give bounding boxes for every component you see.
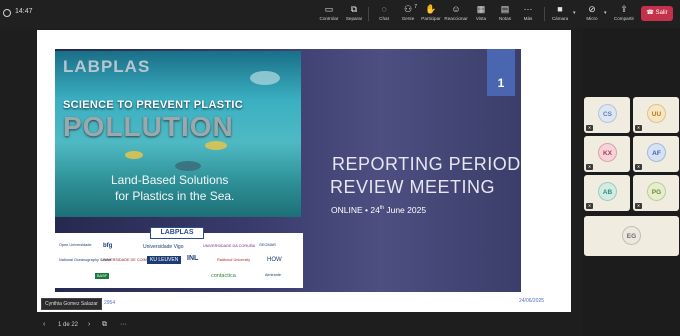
camera-icon: ■	[557, 4, 563, 14]
toolbar-divider	[368, 7, 369, 21]
participant-tile[interactable]: KX ✕	[584, 136, 630, 172]
toolbar-micro-button[interactable]: ⊘ Micro	[579, 3, 605, 27]
participant-tile[interactable]: PG ✕	[633, 175, 679, 211]
partner-logo: INL	[187, 255, 199, 262]
slide-title-line1: REPORTING PERIOD 3	[332, 154, 521, 174]
toolbar-participar-button[interactable]: ✋ Participar	[418, 3, 444, 27]
slide-thumbnails-icon[interactable]: ⧉	[102, 321, 107, 329]
poster-logo: LABPLAS	[63, 57, 151, 76]
leave-button[interactable]: ☎ Salir	[641, 6, 673, 21]
labplas-poster-image: LABPLAS SCIENCE TO PREVENT PLASTIC POLLU…	[55, 51, 301, 217]
poster-tagline-line2: for Plastics in the Sea.	[115, 189, 235, 203]
slide-counter: 1 de 22	[58, 322, 79, 328]
meeting-toolbar: 14:47 ▭ Controlar ⧉ Separar ◌ Chat ⚇ 7 G…	[0, 0, 680, 28]
poster-headline: SCIENCE TO PREVENT PLASTIC	[63, 99, 243, 111]
toolbar-mas-button[interactable]: ··· Más	[515, 3, 541, 27]
toolbar-controlar-button[interactable]: ▭ Controlar	[316, 3, 342, 27]
hand-icon: ✋	[425, 4, 437, 14]
view-icon: ▦	[476, 4, 486, 14]
toolbar-camara-button[interactable]: ■ Cámara	[547, 3, 573, 27]
share-icon: ⇪	[620, 4, 628, 14]
partner-logo: Open Universidade	[59, 243, 92, 247]
toolbar-vista-button[interactable]: ▦ Vista	[468, 3, 494, 27]
prev-slide-chevron-icon[interactable]: ‹	[43, 321, 45, 328]
participant-tile[interactable]: CS ✕	[584, 97, 630, 133]
toolbar-chat-button[interactable]: ◌ Chat	[371, 3, 397, 27]
toolbar-divider	[544, 7, 545, 21]
partner-logo: KU LEUVEN	[147, 256, 182, 264]
mic-icon: ⊘	[588, 4, 596, 14]
partner-logo: GEOMAR	[259, 243, 276, 247]
poster-headline-big: POLLUTION	[63, 111, 234, 142]
avatar: KX	[598, 143, 617, 162]
labplas-badge: LABPLAS	[150, 227, 204, 239]
slide-frame: LABPLAS SCIENCE TO PREVENT PLASTIC POLLU…	[37, 30, 571, 312]
mic-muted-icon: ✕	[635, 125, 642, 131]
slide-title-line2: REVIEW MEETING	[330, 177, 496, 197]
avatar: CS	[598, 104, 617, 123]
mic-muted-icon: ✕	[635, 164, 642, 170]
camera-options-chevron-icon[interactable]: ▾	[573, 10, 576, 16]
meeting-timer: 14:47	[15, 8, 33, 15]
toolbar-reaccionar-button[interactable]: ☺ Reaccionar	[443, 3, 469, 27]
slide-date: 24/06/2025	[519, 298, 545, 304]
mic-muted-icon: ✕	[586, 203, 593, 209]
more-icon: ···	[523, 4, 533, 14]
avatar: AF	[647, 143, 666, 162]
partner-logo: Universidade Vigo	[143, 244, 184, 250]
slide-subtitle: ONLINE • 24th June 2025	[331, 205, 427, 215]
partner-logo: Radboud University	[217, 258, 251, 262]
partner-logo: BASF	[95, 273, 109, 279]
toolbar-separar-button[interactable]: ⧉ Separar	[341, 3, 367, 27]
slide-pager: ‹ 1 de 22 › ⧉ ···	[0, 318, 583, 336]
mic-muted-icon: ✕	[586, 164, 593, 170]
shared-content-stage: LABPLAS SCIENCE TO PREVENT PLASTIC POLLU…	[0, 28, 583, 336]
screen-icon: ▭	[324, 4, 334, 14]
avatar: AB	[598, 182, 617, 201]
avatar: EG	[622, 226, 641, 245]
partner-logo: Almirante	[265, 273, 282, 277]
partner-logo: contactica	[211, 273, 236, 279]
fish-shape	[250, 71, 280, 85]
poster-tagline-line1: Land-Based Solutions	[111, 173, 229, 187]
partner-logo: HOW	[267, 257, 282, 263]
slide-canvas: LABPLAS SCIENCE TO PREVENT PLASTIC POLLU…	[55, 49, 521, 292]
fish-shape	[125, 151, 143, 159]
participant-tile[interactable]: EG	[584, 216, 679, 256]
next-slide-chevron-icon[interactable]: ›	[88, 321, 90, 328]
avatar: PG	[647, 182, 666, 201]
partner-logo: UNIVERSIDADE DA CORUÑA	[203, 244, 256, 248]
chat-icon: ◌	[381, 4, 387, 14]
fish-shape	[175, 161, 201, 171]
partner-logos-panel: LABPLAS Open Universidade bfg Universida…	[55, 227, 303, 288]
participants-panel: CS ✕ UU ✕ KX ✕ AF ✕ AB ✕ PG ✕ EG	[583, 28, 680, 336]
participant-tile[interactable]: AB ✕	[584, 175, 630, 211]
slide-number-flag: 1	[487, 49, 515, 96]
mic-options-chevron-icon[interactable]: ▾	[604, 10, 607, 16]
participant-tile[interactable]: AF ✕	[633, 136, 679, 172]
emoji-icon: ☺	[451, 4, 461, 14]
avatar: UU	[647, 104, 666, 123]
leave-label: Salir	[655, 10, 668, 16]
meeting-info-icon[interactable]	[3, 9, 11, 17]
more-options-icon[interactable]: ···	[120, 321, 127, 328]
people-count-badge: 7	[414, 4, 417, 10]
presenter-name-tag: Cynthia Gomez Salazar	[41, 298, 102, 310]
phone-icon: ☎	[646, 10, 656, 16]
partner-logo: bfg	[103, 243, 113, 249]
mic-muted-icon: ✕	[635, 203, 642, 209]
toolbar-compartir-button[interactable]: ⇪ Compartir	[611, 3, 637, 27]
mic-muted-icon: ✕	[586, 125, 593, 131]
slide-footer-text: 2954	[104, 300, 116, 306]
participant-tile[interactable]: UU ✕	[633, 97, 679, 133]
popout-icon: ⧉	[350, 4, 358, 14]
